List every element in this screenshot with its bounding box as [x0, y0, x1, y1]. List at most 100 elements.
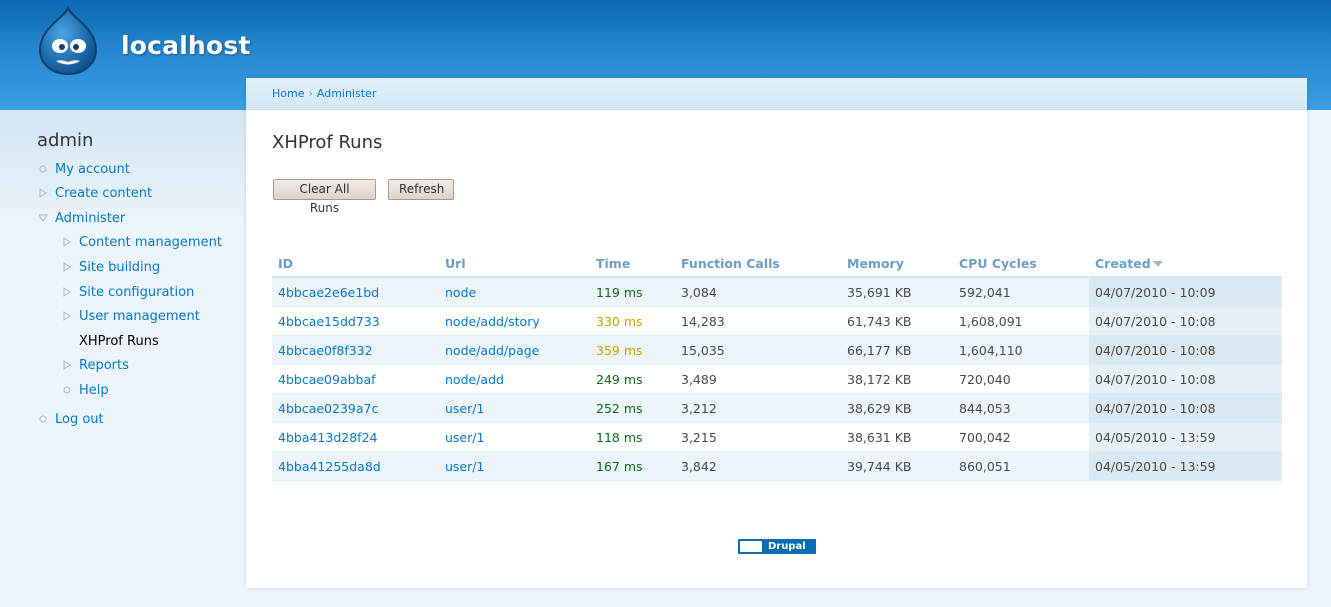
- table-cell: 844,053: [953, 393, 1089, 423]
- column-header-time[interactable]: Time: [590, 250, 675, 278]
- run-url-link[interactable]: user/1: [445, 401, 484, 416]
- sidebar-item-my-account[interactable]: My account: [39, 161, 130, 179]
- sidebar-item-label[interactable]: Help: [79, 383, 109, 398]
- table-row: 4bbcae2e6e1bd node 119 ms 3,084 35,691 KB 592…: [272, 277, 1282, 307]
- run-cpu-cycles: 720,040: [959, 371, 1011, 387]
- breadcrumb-home[interactable]: Home: [272, 87, 304, 100]
- table-cell: 04/07/2010 - 10:08: [1089, 335, 1282, 365]
- table-cell: 4bba413d28f24: [272, 422, 439, 452]
- run-id-link[interactable]: 4bba413d28f24: [278, 430, 378, 445]
- table-cell: 700,042: [953, 422, 1089, 452]
- drupal-logo-icon[interactable]: [36, 6, 100, 76]
- column-header-label[interactable]: Url: [445, 256, 466, 271]
- sidebar-item-create-content[interactable]: Create content: [39, 185, 152, 203]
- circle-bullet-icon: [63, 386, 71, 394]
- sidebar-item-label[interactable]: User management: [79, 309, 200, 324]
- table-cell: 4bbcae0f8f332: [272, 335, 439, 365]
- clear-all-runs-button[interactable]: Clear All Runs: [273, 179, 376, 215]
- run-created: 04/05/2010 - 13:59: [1095, 458, 1216, 474]
- column-header-function-calls[interactable]: Function Calls: [675, 250, 841, 278]
- table-cell: 04/07/2010 - 10:09: [1089, 277, 1282, 307]
- run-time: 359 ms: [596, 342, 643, 358]
- table-cell: 04/07/2010 - 10:08: [1089, 306, 1282, 336]
- table-cell: 04/05/2010 - 13:59: [1089, 422, 1282, 452]
- column-header-label[interactable]: Created: [1095, 256, 1151, 271]
- table-cell: 66,177 KB: [841, 335, 953, 365]
- column-header-label[interactable]: ID: [278, 256, 293, 271]
- sidebar: admin My account Create content Administ…: [0, 110, 246, 607]
- sidebar-item-administer[interactable]: Administer: [39, 210, 125, 228]
- column-header-url[interactable]: Url: [439, 250, 590, 278]
- run-cpu-cycles: 592,041: [959, 284, 1011, 300]
- sidebar-item-label[interactable]: XHProf Runs: [79, 334, 159, 349]
- runs-table: ID Url Time Function Calls Memory CPU Cy…: [272, 250, 1282, 481]
- table-cell: 04/05/2010 - 13:59: [1089, 451, 1282, 481]
- column-header-label[interactable]: Function Calls: [681, 256, 780, 271]
- column-header-created[interactable]: Created: [1089, 250, 1282, 278]
- sidebar-item-label[interactable]: Content management: [79, 235, 222, 250]
- run-url-link[interactable]: user/1: [445, 430, 484, 445]
- run-cpu-cycles: 1,608,091: [959, 313, 1023, 329]
- powered-by-drupal-badge[interactable]: Drupal: [738, 539, 816, 554]
- sidebar-item-label[interactable]: Reports: [79, 358, 129, 373]
- column-header-memory[interactable]: Memory: [841, 250, 953, 278]
- table-cell: 4bbcae2e6e1bd: [272, 277, 439, 307]
- circle-bullet-icon: [39, 415, 47, 423]
- column-header-id[interactable]: ID: [272, 250, 439, 278]
- run-url-link[interactable]: node/add/story: [445, 314, 540, 329]
- table-cell: 3,212: [675, 393, 841, 423]
- run-url-link[interactable]: node/add/page: [445, 343, 539, 358]
- run-id-link[interactable]: 4bbcae0f8f332: [278, 343, 373, 358]
- sidebar-item-label[interactable]: Site configuration: [79, 285, 194, 300]
- run-id-link[interactable]: 4bbcae0239a7c: [278, 401, 378, 416]
- run-function-calls: 3,084: [681, 284, 717, 300]
- main-content: Home › Administer XHProf Runs Clear All Ru…: [246, 78, 1307, 588]
- sidebar-item-log-out[interactable]: Log out: [39, 411, 104, 429]
- table-cell: 3,489: [675, 364, 841, 394]
- run-id-link[interactable]: 4bbcae2e6e1bd: [278, 285, 379, 300]
- sidebar-item-label[interactable]: My account: [55, 162, 130, 177]
- column-header-cpu-cycles[interactable]: CPU Cycles: [953, 250, 1089, 278]
- refresh-button[interactable]: Refresh: [388, 179, 454, 200]
- sidebar-item-reports[interactable]: Reports: [63, 357, 129, 375]
- sidebar-item-content-management[interactable]: Content management: [63, 234, 222, 252]
- sidebar-item-help[interactable]: Help: [63, 382, 109, 400]
- triangle-right-icon: [63, 237, 71, 247]
- sidebar-item-label[interactable]: Create content: [55, 186, 152, 201]
- run-time: 252 ms: [596, 400, 643, 416]
- column-header-label[interactable]: Memory: [847, 256, 904, 271]
- table-cell: user/1: [439, 451, 590, 481]
- sidebar-item-site-configuration[interactable]: Site configuration: [63, 284, 194, 302]
- table-cell: 592,041: [953, 277, 1089, 307]
- sidebar-item-site-building[interactable]: Site building: [63, 259, 160, 277]
- sidebar-item-label[interactable]: Site building: [79, 260, 160, 275]
- run-url-link[interactable]: node/add: [445, 372, 504, 387]
- table-cell: user/1: [439, 422, 590, 452]
- sort-descending-icon[interactable]: [1152, 261, 1163, 267]
- table-cell: 3,842: [675, 451, 841, 481]
- run-time: 167 ms: [596, 458, 643, 474]
- run-url-link[interactable]: user/1: [445, 459, 484, 474]
- table-cell: 4bbcae0239a7c: [272, 393, 439, 423]
- run-id-link[interactable]: 4bba41255da8d: [278, 459, 381, 474]
- column-header-label[interactable]: CPU Cycles: [959, 256, 1037, 271]
- sidebar-item-label[interactable]: Log out: [55, 412, 104, 427]
- column-header-label[interactable]: Time: [596, 256, 630, 271]
- run-cpu-cycles: 844,053: [959, 400, 1011, 416]
- breadcrumb-administer[interactable]: Administer: [317, 87, 376, 100]
- table-cell: 720,040: [953, 364, 1089, 394]
- site-name[interactable]: localhost: [121, 31, 251, 60]
- table-row: 4bbcae0239a7c user/1 252 ms 3,212 38,629 KB 8…: [272, 393, 1282, 423]
- table-cell: 15,035: [675, 335, 841, 365]
- page-title: XHProf Runs: [272, 132, 383, 153]
- table-cell: node/add: [439, 364, 590, 394]
- sidebar-item-xhprof-runs[interactable]: XHProf Runs: [79, 333, 159, 351]
- run-id-link[interactable]: 4bbcae15dd733: [278, 314, 380, 329]
- table-cell: 38,172 KB: [841, 364, 953, 394]
- sidebar-item-user-management[interactable]: User management: [63, 308, 200, 326]
- sidebar-item-label[interactable]: Administer: [55, 211, 125, 226]
- run-time: 118 ms: [596, 429, 643, 445]
- table-cell: 860,051: [953, 451, 1089, 481]
- run-url-link[interactable]: node: [445, 285, 476, 300]
- run-id-link[interactable]: 4bbcae09abbaf: [278, 372, 376, 387]
